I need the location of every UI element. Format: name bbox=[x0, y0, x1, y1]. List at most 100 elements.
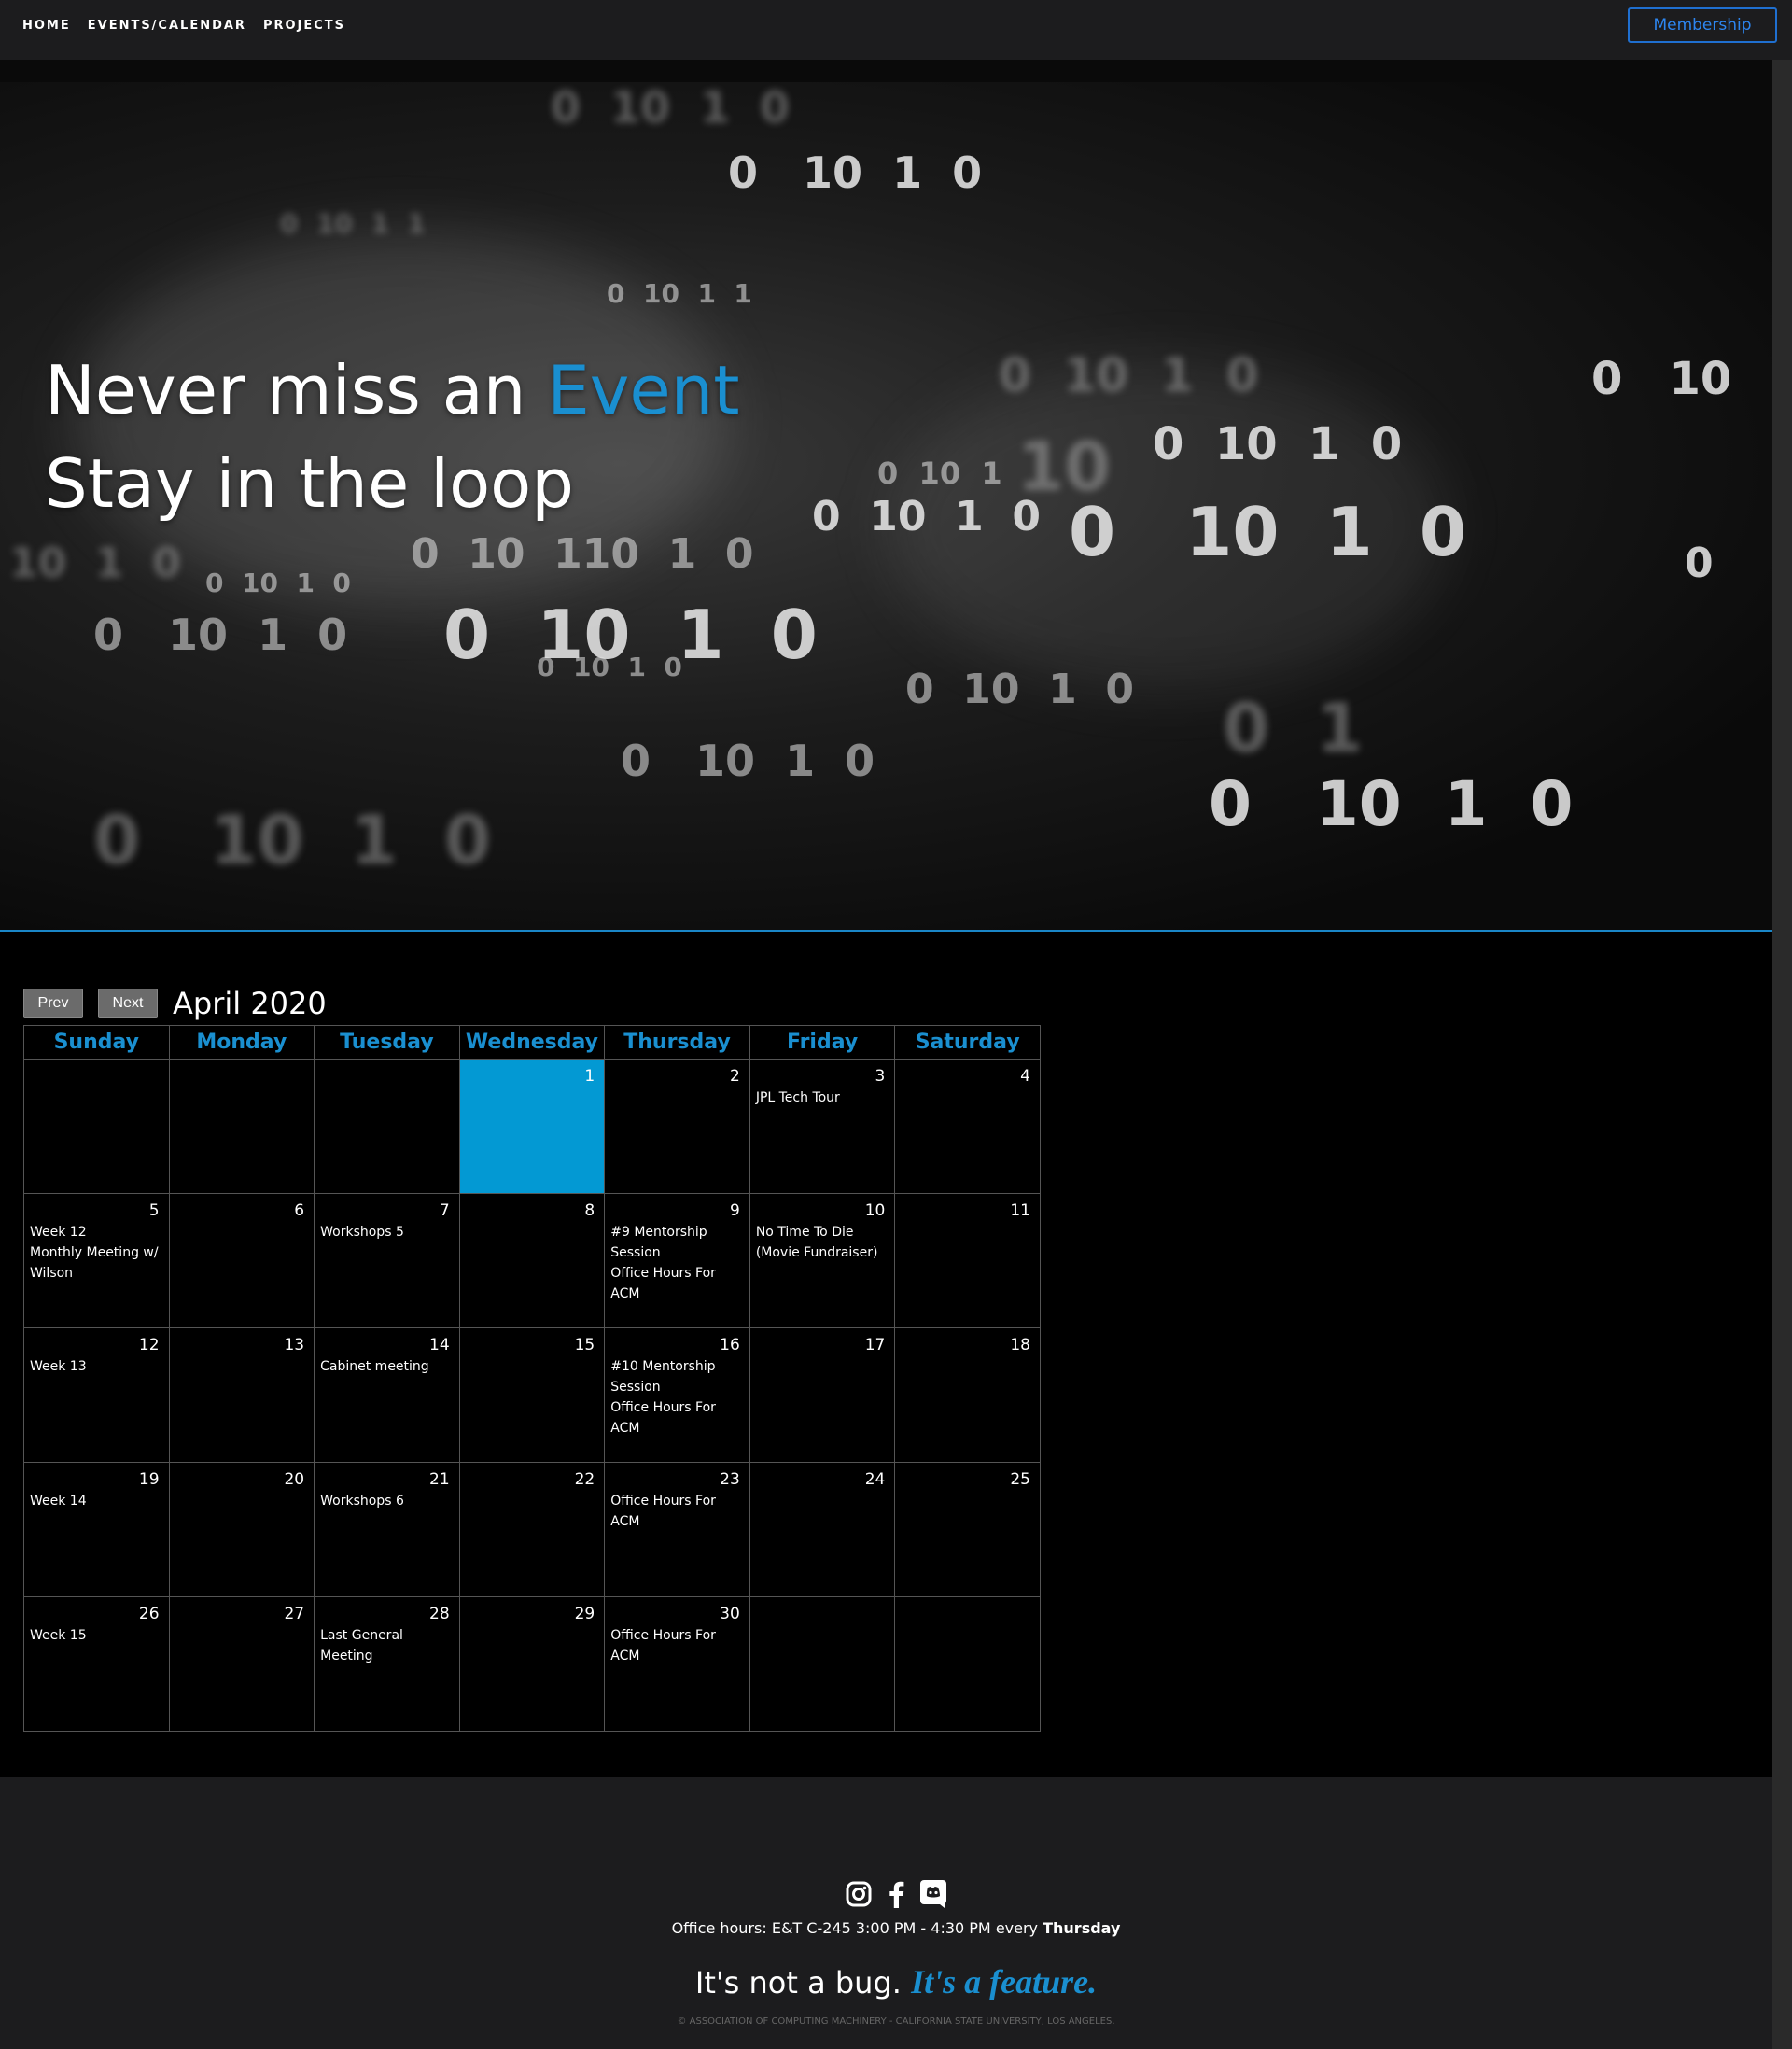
day-number: 23 bbox=[720, 1470, 740, 1489]
calendar-day-cell[interactable]: 27 bbox=[168, 1596, 315, 1732]
nav-link-projects[interactable]: PROJECTS bbox=[263, 19, 345, 33]
calendar-day-cell[interactable]: 17 bbox=[749, 1327, 896, 1463]
calendar-day-cell[interactable]: 8 bbox=[458, 1193, 606, 1328]
motto-accent: It's a feature. bbox=[911, 1963, 1098, 2000]
calendar-day-cell[interactable]: 1 bbox=[458, 1059, 606, 1194]
calendar-week-row: 12 Week 13 13 14 Cabinet meeting 15 16 #10 Ment… bbox=[23, 1327, 1041, 1463]
discord-icon[interactable] bbox=[919, 1880, 947, 1908]
weekday-header-sunday: Sunday bbox=[23, 1025, 170, 1060]
weekday-header-wednesday: Wednesday bbox=[458, 1025, 606, 1060]
calendar-day-cell[interactable]: 2 bbox=[604, 1059, 750, 1194]
calendar-controls: Prev Next April 2020 bbox=[23, 986, 327, 1021]
hero-binary-digits: 0 10 1 0 bbox=[812, 493, 1041, 540]
calendar-body: 1 2 3 JPL Tech Tour 4 5 Week 12 Monthly Meeting… bbox=[23, 1059, 1041, 1732]
calendar-day-cell[interactable]: 18 bbox=[894, 1327, 1041, 1463]
calendar-day-cell[interactable]: 10 No Time To Die (Movie Fundraiser) bbox=[749, 1193, 896, 1328]
calendar-event[interactable]: JPL Tech Tour bbox=[756, 1088, 891, 1108]
day-number: 6 bbox=[294, 1201, 305, 1220]
calendar-section: Prev Next April 2020 Sunday Monday Tuesday… bbox=[0, 932, 1772, 1777]
day-number: 27 bbox=[284, 1605, 305, 1623]
nav-link-events-calendar[interactable]: EVENTS/CALENDAR bbox=[88, 19, 246, 33]
calendar-event[interactable]: Week 15 bbox=[30, 1625, 165, 1646]
hero-binary-digits: 0 10 1 0 bbox=[537, 652, 682, 682]
prev-month-button[interactable]: Prev bbox=[23, 989, 83, 1018]
calendar-day-cell[interactable]: 22 bbox=[458, 1462, 606, 1597]
office-hours: Office hours: E&T C-245 3:00 PM - 4:30 P… bbox=[0, 1919, 1792, 1937]
calendar-event[interactable]: Week 14 bbox=[30, 1491, 165, 1511]
calendar-day-cell[interactable]: 5 Week 12 Monthly Meeting w/ Wilson bbox=[23, 1193, 170, 1328]
calendar-day-cell[interactable]: 4 bbox=[894, 1059, 1041, 1194]
day-events: Office Hours For ACM bbox=[610, 1491, 746, 1532]
calendar-event[interactable]: Office Hours For ACM bbox=[610, 1263, 746, 1304]
calendar-day-cell[interactable]: 3 JPL Tech Tour bbox=[749, 1059, 896, 1194]
nav-links: HOME EVENTS/CALENDAR PROJECTS bbox=[22, 19, 345, 33]
hero-binary-digits: 0 10 1 0 bbox=[93, 610, 348, 660]
hero-binary-digits: 0 10 1 0 bbox=[999, 348, 1259, 402]
calendar-day-cell[interactable]: 11 bbox=[894, 1193, 1041, 1328]
weekday-header-saturday: Saturday bbox=[894, 1025, 1041, 1060]
hero-binary-digits: 0 10 1 0 bbox=[551, 82, 791, 133]
calendar-day-cell[interactable]: 24 bbox=[749, 1462, 896, 1597]
calendar-event[interactable]: Week 13 bbox=[30, 1356, 165, 1377]
calendar-event[interactable]: Office Hours For ACM bbox=[610, 1625, 746, 1666]
calendar-empty-cell bbox=[314, 1059, 460, 1194]
day-number: 30 bbox=[720, 1605, 740, 1623]
day-events: Week 13 bbox=[30, 1356, 165, 1377]
membership-button[interactable]: Membership bbox=[1628, 7, 1777, 43]
hero-line-1-accent: Event bbox=[547, 351, 740, 429]
calendar-day-cell[interactable]: 15 bbox=[458, 1327, 606, 1463]
calendar-event[interactable]: Workshops 6 bbox=[320, 1491, 455, 1511]
day-number: 13 bbox=[284, 1336, 305, 1354]
calendar-day-cell[interactable]: 6 bbox=[168, 1193, 315, 1328]
calendar-day-cell[interactable]: 20 bbox=[168, 1462, 315, 1597]
calendar-event[interactable]: Cabinet meeting bbox=[320, 1356, 455, 1377]
day-number: 10 bbox=[864, 1201, 886, 1220]
copyright-text: © ASSOCIATION OF COMPUTING MACHINERY - C… bbox=[677, 2016, 1115, 2027]
calendar-grid: Sunday Monday Tuesday Wednesday Thursday Frid… bbox=[23, 1025, 1041, 1732]
calendar-day-cell[interactable]: 19 Week 14 bbox=[23, 1462, 170, 1597]
facebook-icon[interactable] bbox=[882, 1880, 910, 1908]
weekday-header-monday: Monday bbox=[168, 1025, 315, 1060]
page-scrollbar[interactable] bbox=[1772, 60, 1792, 2049]
calendar-day-cell[interactable]: 26 Week 15 bbox=[23, 1596, 170, 1732]
weekday-header-friday: Friday bbox=[749, 1025, 896, 1060]
hero-binary-digits: 0 10 bbox=[1591, 353, 1732, 405]
motto-plain: It's not a bug. bbox=[694, 1965, 912, 2000]
calendar-day-cell[interactable]: 29 bbox=[458, 1596, 606, 1732]
calendar-day-cell[interactable]: 30 Office Hours For ACM bbox=[604, 1596, 750, 1732]
instagram-icon[interactable] bbox=[845, 1880, 873, 1908]
calendar-day-cell[interactable]: 28 Last General Meeting bbox=[314, 1596, 460, 1732]
calendar-day-cell[interactable]: 23 Office Hours For ACM bbox=[604, 1462, 750, 1597]
calendar-event[interactable]: No Time To Die (Movie Fundraiser) bbox=[756, 1222, 891, 1263]
day-events: Workshops 5 bbox=[320, 1222, 455, 1242]
calendar-day-cell[interactable]: 12 Week 13 bbox=[23, 1327, 170, 1463]
calendar-event[interactable]: Monthly Meeting w/ Wilson bbox=[30, 1242, 165, 1284]
day-number: 19 bbox=[138, 1470, 160, 1489]
hero-banner: 0 10 1 0 0 10 1 0 0 10 1 1 0 10 1 1 0 10… bbox=[0, 82, 1772, 932]
calendar-month-title: April 2020 bbox=[173, 986, 327, 1021]
hero-binary-digits: 0 1 bbox=[1223, 689, 1364, 767]
calendar-event[interactable]: Week 12 bbox=[30, 1222, 165, 1242]
calendar-event[interactable]: #10 Mentorship Session bbox=[610, 1356, 746, 1397]
footer-motto: It's not a bug. It's a feature. bbox=[0, 1962, 1792, 2001]
calendar-event[interactable]: Workshops 5 bbox=[320, 1222, 455, 1242]
calendar-week-row: 1 2 3 JPL Tech Tour 4 bbox=[23, 1059, 1041, 1194]
calendar-event[interactable]: #9 Mentorship Session bbox=[610, 1222, 746, 1263]
calendar-day-cell[interactable]: 16 #10 Mentorship Session Office Hours For… bbox=[604, 1327, 750, 1463]
calendar-event[interactable]: Last General Meeting bbox=[320, 1625, 455, 1666]
calendar-day-cell[interactable]: 9 #9 Mentorship Session Office Hours For A… bbox=[604, 1193, 750, 1328]
calendar-day-cell[interactable]: 25 bbox=[894, 1462, 1041, 1597]
nav-link-home[interactable]: HOME bbox=[22, 19, 71, 33]
calendar-day-cell[interactable]: 13 bbox=[168, 1327, 315, 1463]
calendar-day-cell[interactable]: 14 Cabinet meeting bbox=[314, 1327, 460, 1463]
day-number: 17 bbox=[864, 1336, 886, 1354]
calendar-event[interactable]: Office Hours For ACM bbox=[610, 1397, 746, 1439]
day-number: 9 bbox=[729, 1201, 740, 1220]
next-month-button[interactable]: Next bbox=[98, 989, 158, 1018]
office-hours-text: Office hours: E&T C-245 3:00 PM - 4:30 P… bbox=[671, 1919, 1043, 1937]
day-number: 7 bbox=[439, 1201, 450, 1220]
calendar-event[interactable]: Office Hours For ACM bbox=[610, 1491, 746, 1532]
hero-binary-digits: 0 10 1 0 bbox=[1153, 418, 1403, 470]
calendar-day-cell[interactable]: 7 Workshops 5 bbox=[314, 1193, 460, 1328]
calendar-day-cell[interactable]: 21 Workshops 6 bbox=[314, 1462, 460, 1597]
